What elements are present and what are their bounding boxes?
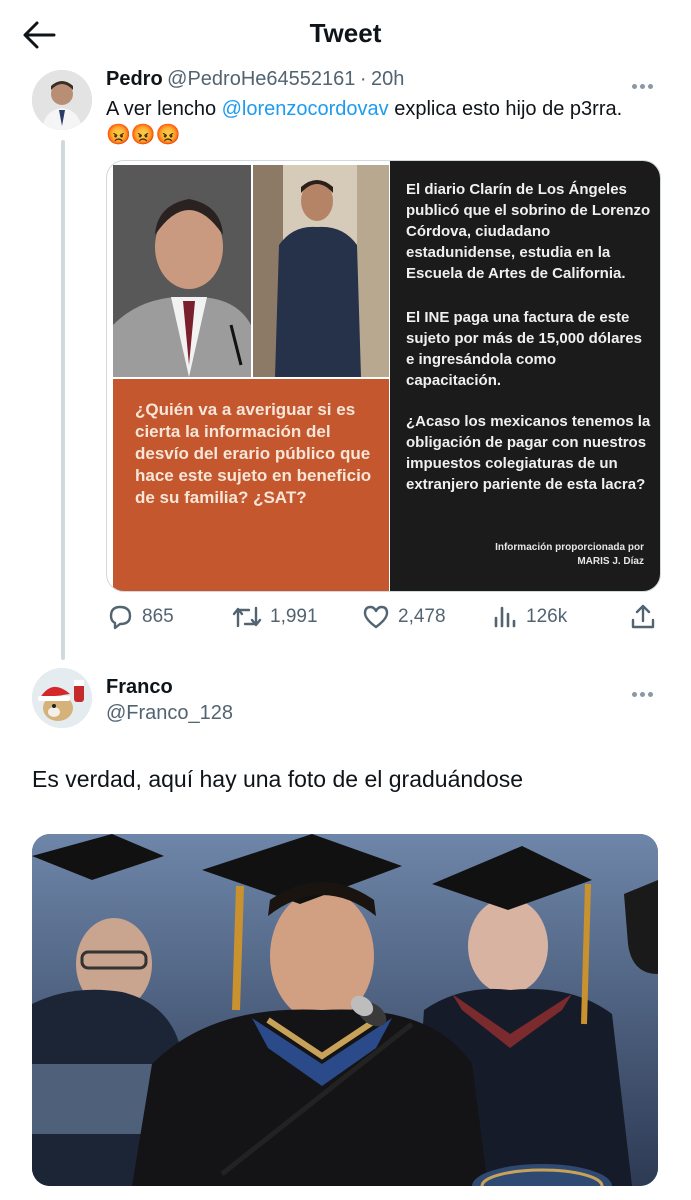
tweet-time[interactable]: 20h	[371, 68, 404, 90]
tweet-actions: 865 1,991 2,478 126k	[106, 600, 659, 634]
like-button[interactable]: 2,478	[362, 600, 446, 634]
author-name[interactable]: Pedro	[106, 68, 163, 90]
image-credit-line-1: Información proporcionada por	[495, 542, 644, 553]
views-button[interactable]: 126k	[492, 600, 567, 634]
image-paragraph-3: ¿Acaso los mexicanos tenemos la obligaci…	[406, 413, 651, 493]
reply-count: 865	[142, 606, 174, 627]
portrait-man-suit	[113, 165, 251, 377]
tweet-text: A ver lencho @lorenzocordovav explica es…	[106, 96, 666, 148]
views-icon	[494, 606, 516, 628]
orange-panel-text: ¿Quién va a averiguar si es cierta la in…	[135, 400, 372, 507]
image-credit: Información proporcionada por MARIS J. D…	[495, 541, 644, 569]
reply-more-icon[interactable]	[632, 684, 658, 697]
orange-quote-panel: ¿Quién va a averiguar si es cierta la in…	[113, 379, 389, 591]
reply-text: Es verdad, aquí hay una foto de el gradu…	[32, 766, 524, 792]
retweet-button[interactable]: 1,991	[232, 600, 318, 634]
like-count: 2,478	[398, 606, 446, 627]
retweet-icon	[232, 606, 262, 628]
image-paragraph-1: El diario Clarín de Los Ángeles publicó …	[406, 181, 651, 282]
avatar[interactable]	[32, 70, 92, 130]
tweet-image[interactable]: ¿Quién va a averiguar si es cierta la in…	[106, 160, 661, 592]
tweet-text-end: explica esto hijo de p3rra.	[388, 98, 623, 120]
mention-link[interactable]: @lorenzocordovav	[222, 98, 389, 120]
image-credit-line-2: MARIS J. Díaz	[577, 556, 644, 567]
avatar-photo-icon	[32, 70, 92, 130]
image-left-panel: ¿Quién va a averiguar si es cierta la in…	[107, 161, 390, 591]
views-count: 126k	[526, 606, 568, 627]
graduation-photo[interactable]	[32, 834, 658, 1186]
retweet-count: 1,991	[270, 606, 318, 627]
image-right-panel: El diario Clarín de Los Ángeles publicó …	[390, 161, 660, 591]
avatar-christmas-dog-icon	[32, 668, 92, 728]
reply-button[interactable]: 865	[106, 600, 174, 634]
share-icon	[631, 604, 655, 629]
emoji-row: 😡😡😡	[106, 124, 181, 146]
reply-icon	[109, 605, 132, 630]
page-title: Tweet	[309, 18, 382, 48]
top-bar: Tweet	[0, 0, 691, 70]
share-button[interactable]	[630, 600, 664, 634]
reply-avatar[interactable]	[32, 668, 92, 728]
tweet-text-start: A ver lencho	[106, 98, 222, 120]
separator-dot: ·	[359, 68, 367, 90]
reply-author-handle[interactable]: @Franco_128	[106, 702, 233, 725]
portrait-young-man	[253, 165, 389, 377]
thread-line	[61, 140, 65, 660]
tweet-header: Pedro @PedroHe64552161 · 20h	[106, 68, 404, 91]
like-icon	[363, 605, 389, 629]
more-icon[interactable]	[632, 76, 658, 89]
reply-author-name[interactable]: Franco	[106, 676, 173, 699]
author-handle[interactable]: @PedroHe64552161	[167, 68, 355, 90]
image-paragraph-2: El INE paga una factura de este sujeto p…	[406, 309, 642, 389]
